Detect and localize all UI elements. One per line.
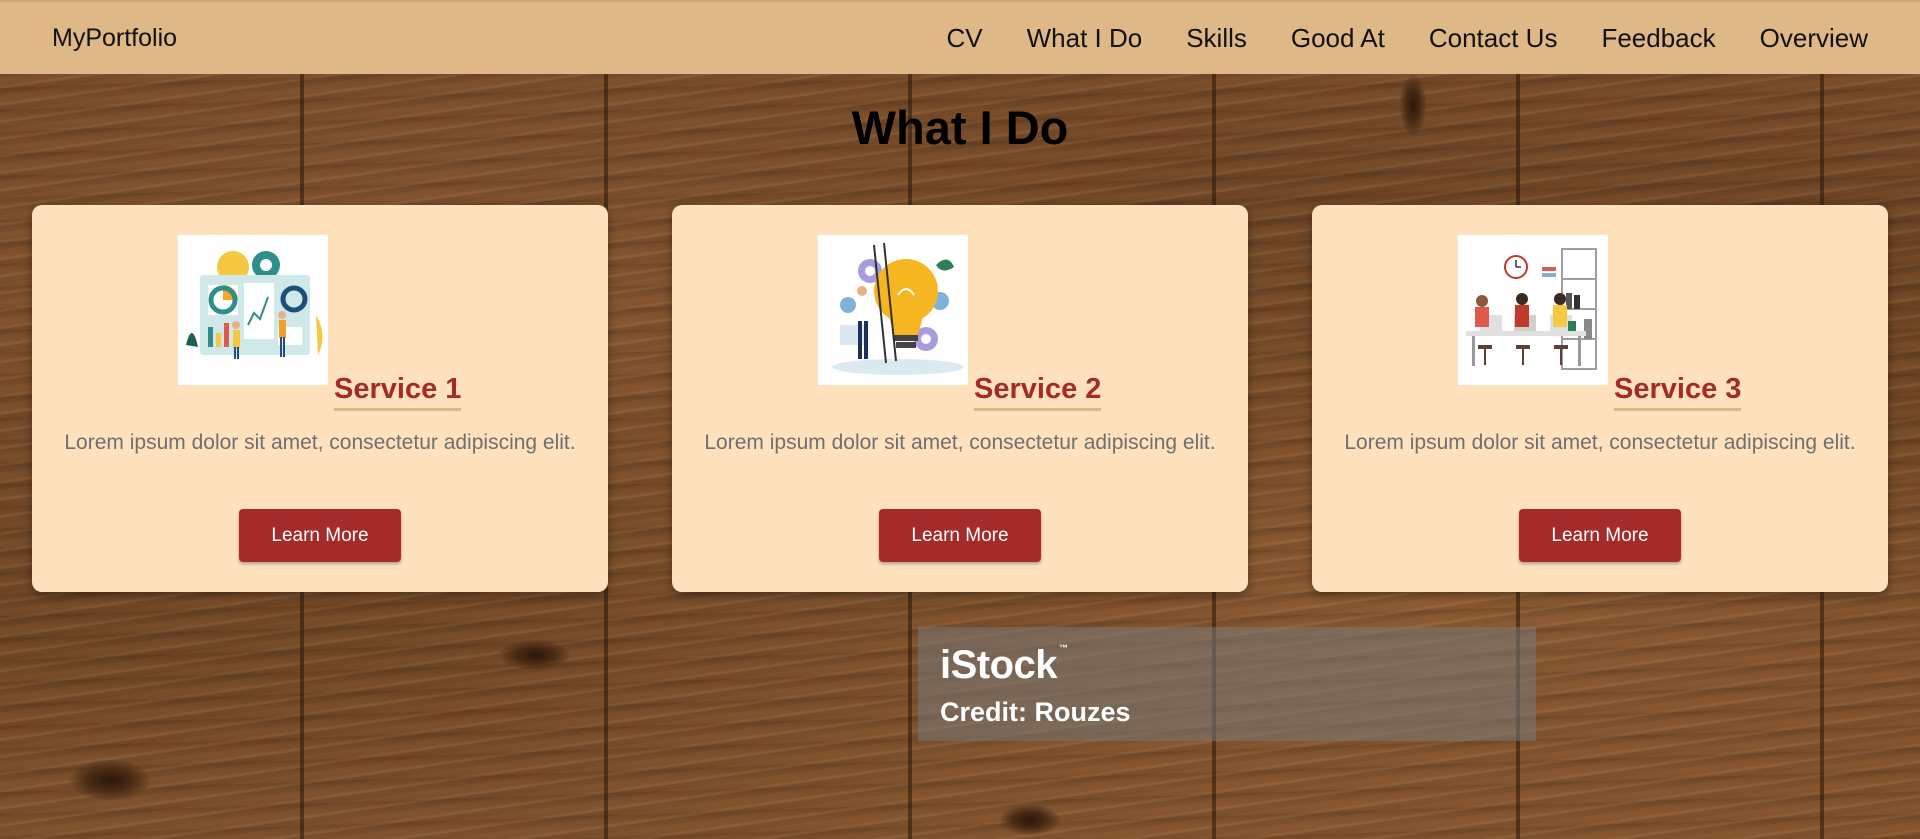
brand-logo[interactable]: MyPortfolio (52, 24, 177, 53)
navbar: MyPortfolio CV What I Do Skills Good At … (0, 0, 1920, 74)
analytics-dashboard-icon (178, 235, 328, 385)
service-title: Service 2 (974, 373, 1102, 411)
service-description: Lorem ipsum dolor sit amet, consectetur … (64, 431, 576, 454)
istock-watermark: iStock ™ Credit: Rouzes (918, 627, 1536, 741)
nav-link-good-at[interactable]: Good At (1291, 23, 1385, 54)
team-workspace-icon (1458, 235, 1608, 385)
service-description: Lorem ipsum dolor sit amet, consectetur … (704, 431, 1216, 454)
section-title: What I Do (851, 101, 1069, 154)
wood-knot (1000, 805, 1060, 835)
service-title: Service 1 (334, 373, 462, 411)
learn-more-button[interactable]: Learn More (239, 509, 401, 562)
service-card: Service 2 Lorem ipsum dolor sit amet, co… (672, 205, 1248, 592)
nav-link-feedback[interactable]: Feedback (1601, 23, 1715, 54)
service-card: Service 1 Lorem ipsum dolor sit amet, co… (32, 205, 608, 592)
service-title: Service 3 (1614, 373, 1742, 411)
istock-logo-text: iStock (940, 643, 1058, 687)
nav-link-what-i-do[interactable]: What I Do (1027, 23, 1143, 54)
nav-link-overview[interactable]: Overview (1760, 23, 1868, 54)
service-description: Lorem ipsum dolor sit amet, consectetur … (1344, 431, 1856, 454)
trademark-symbol: ™ (1059, 643, 1068, 653)
lightbulb-idea-icon (818, 235, 968, 385)
learn-more-button[interactable]: Learn More (879, 509, 1041, 562)
nav-link-contact-us[interactable]: Contact Us (1429, 23, 1558, 54)
wood-knot (70, 760, 150, 800)
istock-logo: iStock ™ (940, 643, 1068, 688)
service-card: Service 3 Lorem ipsum dolor sit amet, co… (1312, 205, 1888, 592)
nav-link-cv[interactable]: CV (946, 23, 982, 54)
wood-knot (500, 640, 570, 670)
photo-credit: Credit: Rouzes (940, 697, 1131, 727)
nav-links: CV What I Do Skills Good At Contact Us F… (924, 23, 1890, 54)
nav-link-skills[interactable]: Skills (1186, 23, 1247, 54)
learn-more-button[interactable]: Learn More (1519, 509, 1681, 562)
